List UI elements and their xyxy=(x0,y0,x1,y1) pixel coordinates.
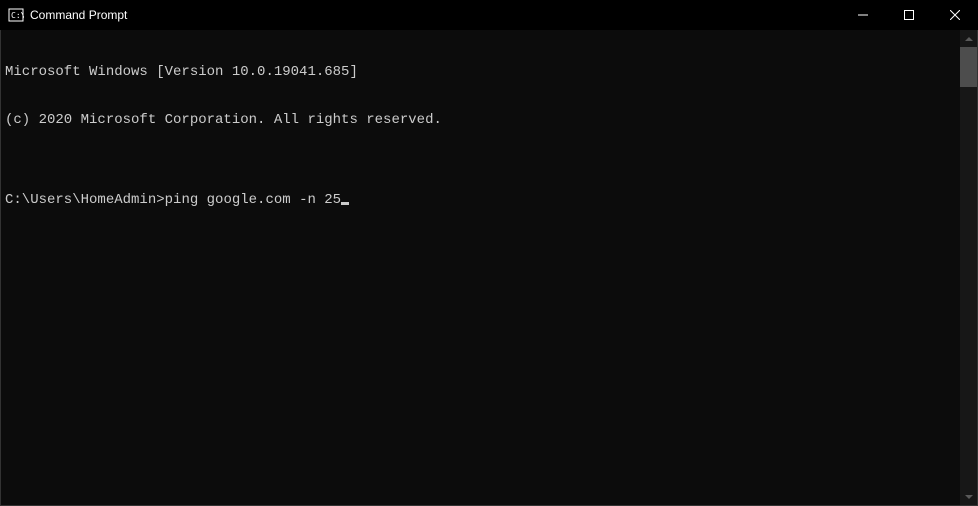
copyright-line: (c) 2020 Microsoft Corporation. All righ… xyxy=(5,112,956,128)
window-controls xyxy=(840,0,978,30)
prompt-line: C:\Users\HomeAdmin>ping google.com -n 25 xyxy=(5,192,956,208)
vertical-scrollbar[interactable] xyxy=(960,30,977,505)
minimize-button[interactable] xyxy=(840,0,886,30)
close-button[interactable] xyxy=(932,0,978,30)
cmd-icon: C:\ xyxy=(8,7,24,23)
console-output[interactable]: Microsoft Windows [Version 10.0.19041.68… xyxy=(1,30,960,505)
scroll-down-arrow[interactable] xyxy=(960,488,977,505)
scroll-thumb[interactable] xyxy=(960,47,977,87)
scroll-track[interactable] xyxy=(960,47,977,488)
cursor xyxy=(341,202,349,205)
prompt-path: C:\Users\HomeAdmin> xyxy=(5,192,165,208)
client-area: Microsoft Windows [Version 10.0.19041.68… xyxy=(0,30,978,506)
scroll-up-arrow[interactable] xyxy=(960,30,977,47)
window-title: Command Prompt xyxy=(30,8,840,22)
maximize-button[interactable] xyxy=(886,0,932,30)
svg-text:C:\: C:\ xyxy=(11,11,24,20)
command-text: ping google.com -n 25 xyxy=(165,192,341,208)
titlebar: C:\ Command Prompt xyxy=(0,0,978,30)
version-line: Microsoft Windows [Version 10.0.19041.68… xyxy=(5,64,956,80)
